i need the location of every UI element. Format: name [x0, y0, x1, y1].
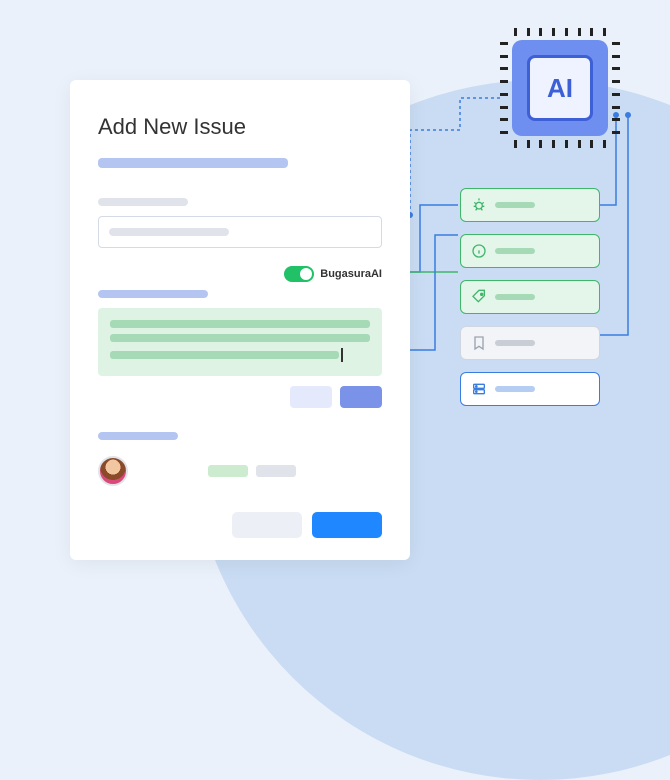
assignee-avatar[interactable]: [98, 456, 128, 486]
ai-toggle[interactable]: [284, 266, 314, 282]
input-placeholder: [109, 228, 229, 236]
field-label-placeholder: [98, 290, 208, 298]
secondary-small-button[interactable]: [290, 386, 332, 408]
title-underline: [98, 158, 288, 168]
info-icon: [471, 243, 487, 259]
bug-icon: [471, 197, 487, 213]
suggestion-tag[interactable]: [460, 280, 600, 314]
ai-chip-label: AI: [527, 55, 593, 121]
ai-toggle-label: BugasuraAI: [320, 268, 382, 280]
suggestion-bug[interactable]: [460, 188, 600, 222]
priority-chip[interactable]: [256, 465, 296, 477]
bookmark-icon: [471, 335, 487, 351]
primary-small-button[interactable]: [340, 386, 382, 408]
cancel-button[interactable]: [232, 512, 302, 538]
status-chip[interactable]: [208, 465, 248, 477]
issue-title-input[interactable]: [98, 216, 382, 248]
add-issue-form: Add New Issue BugasuraAI: [70, 80, 410, 560]
field-label-placeholder: [98, 432, 178, 440]
suggestion-bookmark[interactable]: [460, 326, 600, 360]
ai-processor-chip: AI: [500, 28, 620, 148]
suggestion-info[interactable]: [460, 234, 600, 268]
submit-button[interactable]: [312, 512, 382, 538]
ai-description-box[interactable]: [98, 308, 382, 376]
form-title: Add New Issue: [98, 114, 382, 140]
suggestion-server[interactable]: [460, 372, 600, 406]
ai-suggestions-panel: [460, 188, 600, 406]
field-label-placeholder: [98, 198, 188, 206]
server-icon: [471, 381, 487, 397]
text-cursor: [341, 348, 343, 362]
tag-icon: [471, 289, 487, 305]
